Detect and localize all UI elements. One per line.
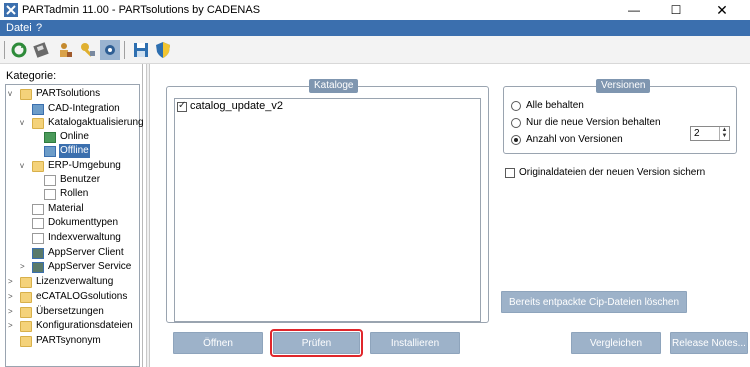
versionen-group: Versionen Alle behalten Nur die neue Ver… [503, 79, 737, 154]
chevron-right-icon[interactable]: > [8, 275, 18, 289]
radio-label[interactable]: Nur die neue Version behalten [526, 117, 661, 128]
folder-icon [20, 89, 32, 100]
folder-icon [20, 307, 32, 318]
tree-item-label: Rollen [60, 188, 89, 199]
refresh-icon[interactable] [9, 40, 29, 60]
chevron-right-icon[interactable]: > [8, 290, 18, 304]
folder-icon [20, 277, 32, 288]
delete-cip-button[interactable]: Bereits entpackte Cip-Dateien löschen [501, 291, 687, 313]
install-button[interactable]: Installieren [370, 332, 460, 354]
category-label: Kategorie: [6, 70, 57, 82]
folder-icon [32, 161, 44, 172]
radio-label[interactable]: Alle behalten [526, 100, 584, 111]
tree-item-label: PARTsolutions [36, 88, 101, 99]
app-logo-icon [4, 3, 18, 17]
server-icon [32, 262, 44, 273]
tree-item-label: Dokumenttypen [48, 217, 119, 228]
online-icon [44, 132, 56, 143]
cad-integration-icon [32, 104, 44, 115]
chevron-down-icon[interactable]: v [20, 116, 30, 130]
chevron-right-icon[interactable]: > [8, 305, 18, 319]
radio-nur-neue-version[interactable] [511, 118, 521, 128]
radio-label[interactable]: Anzahl von Versionen [526, 134, 623, 145]
tree-item-label: ERP-Umgebung [48, 160, 121, 171]
catalog-checkbox[interactable] [177, 100, 187, 112]
save-icon[interactable] [131, 40, 151, 60]
shield-icon[interactable] [153, 40, 173, 60]
chevron-right-icon[interactable]: > [20, 260, 30, 274]
versionen-title: Versionen [596, 79, 651, 93]
close-button[interactable]: ✕ [706, 0, 738, 20]
menu-datei[interactable]: Datei [6, 22, 32, 34]
chevron-down-icon[interactable]: v [8, 87, 18, 101]
catalog-item-label[interactable]: catalog_update_v2 [190, 100, 283, 112]
tree-item-label: Online [60, 131, 89, 142]
minimize-button[interactable]: — [618, 0, 650, 20]
folder-icon [20, 336, 32, 347]
tree-item-label: CAD-Integration [48, 103, 120, 114]
folder-icon [32, 118, 44, 129]
tree-item-label: Benutzer [60, 174, 101, 185]
document-icon [32, 233, 44, 244]
radio-alle-behalten[interactable] [511, 101, 521, 111]
chevron-down-icon[interactable]: v [20, 159, 30, 173]
document-icon [32, 218, 44, 229]
radio-anzahl-versionen[interactable] [511, 135, 521, 145]
document-icon [44, 175, 56, 186]
tree-item-label: Material [48, 203, 84, 214]
release-notes-button[interactable]: Release Notes... [670, 332, 748, 354]
original-files-label[interactable]: Originaldateien der neuen Version sicher… [519, 167, 705, 178]
category-panel: Kategorie: v PARTsolutions CAD-Integrati… [0, 64, 144, 367]
tree-item-label: AppServer Service [48, 261, 132, 272]
user-icon[interactable] [55, 40, 75, 60]
open-button[interactable]: Öffnen [173, 332, 263, 354]
compare-button[interactable]: Vergleichen [571, 332, 661, 354]
kataloge-group: Kataloge catalog_update_v2 [166, 79, 489, 323]
folder-icon [20, 292, 32, 303]
tree-item-label: PARTsynonym [36, 335, 101, 346]
server-icon [32, 248, 44, 259]
panel-splitter[interactable] [146, 64, 150, 367]
window-title: PARTadmin 11.00 - PARTsolutions by CADEN… [22, 4, 261, 16]
key-icon[interactable] [78, 40, 98, 60]
stepper-arrows-icon[interactable]: ▲ ▼ [719, 127, 729, 140]
tree-item-label: Katalogaktualisierung [48, 117, 144, 128]
check-button[interactable]: Prüfen [270, 329, 363, 357]
version-count-stepper[interactable]: 2 ▲ ▼ [690, 126, 730, 141]
maximize-button[interactable]: ☐ [660, 0, 692, 20]
tree-item-label: Konfigurationsdateien [36, 320, 133, 331]
settings-icon[interactable] [100, 40, 120, 60]
document-icon [32, 204, 44, 215]
original-files-checkbox[interactable] [505, 168, 515, 178]
tree-item-label: AppServer Client [48, 247, 124, 258]
document-icon [44, 189, 56, 200]
menu-help[interactable]: ? [36, 22, 42, 34]
category-tree[interactable]: v PARTsolutions CAD-Integration v Katalo… [5, 84, 144, 367]
menu-bar: Datei ? [0, 20, 750, 36]
chevron-right-icon[interactable]: > [8, 319, 18, 333]
version-count-value[interactable]: 2 [694, 128, 700, 139]
kataloge-title: Kataloge [309, 79, 359, 93]
catalog-list[interactable]: catalog_update_v2 [174, 98, 481, 322]
toolbar-separator [124, 41, 125, 59]
tree-item-label: Übersetzungen [36, 306, 104, 317]
toolbar-grip [4, 41, 5, 59]
tree-item-label: Offline [59, 144, 90, 158]
tree-item-label: eCATALOGsolutions [36, 291, 128, 302]
tree-item-label: Lizenzverwaltung [36, 276, 114, 287]
offline-icon [44, 146, 56, 157]
title-bar: PARTadmin 11.00 - PARTsolutions by CADEN… [0, 0, 750, 20]
tree-item-label: Indexverwaltung [48, 232, 121, 243]
toolbar [0, 36, 750, 64]
save-disk-icon[interactable] [32, 40, 52, 60]
folder-icon [20, 321, 32, 332]
